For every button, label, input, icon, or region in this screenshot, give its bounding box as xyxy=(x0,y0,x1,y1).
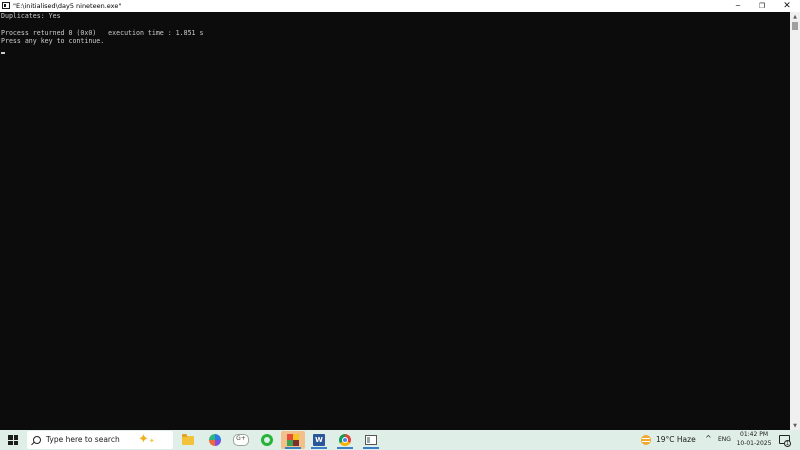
close-button[interactable]: ✕ xyxy=(775,0,799,12)
show-hidden-icons-chevron-icon[interactable]: ^ xyxy=(705,434,712,444)
console-line: Duplicates: Yes xyxy=(1,12,61,20)
running-indicator xyxy=(337,447,353,449)
taskbar: Type here to search ✦✦ G+ W 19°C Haze ^ … xyxy=(0,430,800,450)
language-indicator[interactable]: ENG xyxy=(718,436,731,444)
clock-time[interactable]: 01:42 PM xyxy=(734,431,774,439)
taskbar-search-box[interactable]: Type here to search ✦✦ xyxy=(27,431,173,449)
text-cursor xyxy=(1,52,5,54)
chat-icon: G+ xyxy=(233,434,249,446)
windows-start-button[interactable] xyxy=(8,435,18,445)
word-button[interactable]: W xyxy=(307,431,331,449)
vertical-scrollbar[interactable]: ▲ ▼ xyxy=(790,12,800,430)
search-highlight-icon[interactable]: ✦✦ xyxy=(138,432,155,449)
chrome-icon xyxy=(339,434,351,446)
word-icon: W xyxy=(313,434,325,446)
minimize-button[interactable]: ─ xyxy=(726,0,750,12)
console-line: Press any key to continue. xyxy=(1,37,105,45)
running-indicator xyxy=(363,447,379,449)
file-explorer-button[interactable] xyxy=(176,431,200,449)
chat-button[interactable]: G+ xyxy=(229,431,253,449)
scroll-up-arrow[interactable]: ▲ xyxy=(790,12,800,21)
scroll-thumb[interactable] xyxy=(792,22,798,30)
clock-date[interactable]: 10-01-2025 xyxy=(734,440,774,448)
weather-haze-icon[interactable] xyxy=(641,435,651,445)
running-indicator xyxy=(311,447,327,449)
running-indicator xyxy=(285,447,301,449)
weather-text[interactable]: 19°C Haze xyxy=(656,435,696,445)
whatsapp-icon xyxy=(261,434,273,446)
restore-button[interactable]: ❐ xyxy=(750,0,774,12)
console-app-icon xyxy=(2,2,10,9)
console-line: Process returned 0 (0x0) execution time … xyxy=(1,29,204,37)
windows-logo-icon xyxy=(8,435,13,440)
folder-icon xyxy=(182,433,194,445)
chrome-button[interactable] xyxy=(333,431,357,449)
search-icon xyxy=(33,436,41,444)
console-output[interactable]: Duplicates: Yes Process returned 0 (0x0)… xyxy=(0,12,790,430)
console-window-button[interactable] xyxy=(359,431,383,449)
copilot-icon xyxy=(209,434,221,446)
notification-badge: 1 xyxy=(784,440,791,447)
window-title: "E:\initialised\day5 nineteen.exe" xyxy=(13,2,122,10)
codeblocks-button[interactable] xyxy=(281,431,305,449)
search-placeholder: Type here to search xyxy=(46,435,120,444)
console-icon xyxy=(365,435,377,445)
whatsapp-button[interactable] xyxy=(255,431,279,449)
copilot-button[interactable] xyxy=(203,431,227,449)
codeblocks-icon xyxy=(287,434,299,446)
scroll-down-arrow[interactable]: ▼ xyxy=(790,421,800,430)
